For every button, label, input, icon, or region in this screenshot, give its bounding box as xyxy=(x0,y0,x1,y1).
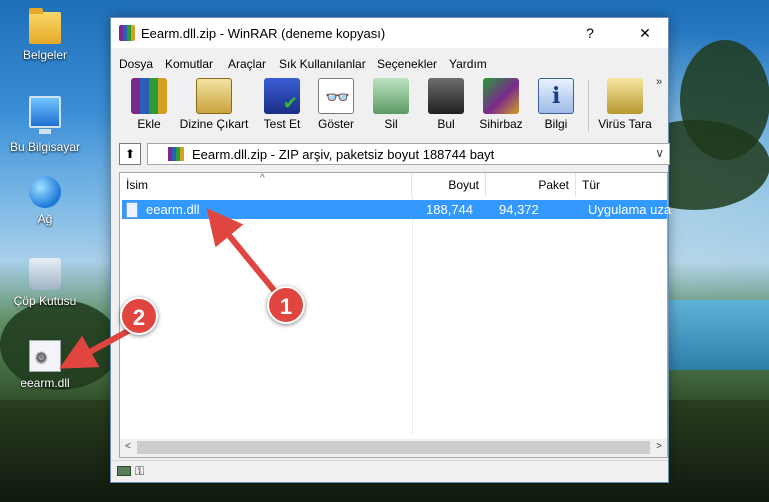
desktop-icon-belgeler[interactable]: Belgeler xyxy=(0,8,90,62)
cell-size: 188,744 xyxy=(426,202,473,217)
key-icon: ⚿ xyxy=(135,464,145,478)
desktop-icon-label: Çöp Kutusu xyxy=(13,294,77,308)
recycle-bin-icon xyxy=(29,258,61,290)
menu-sik-kullanilanlar[interactable]: Sık Kullanılanlar xyxy=(279,57,366,71)
wallpaper-sea xyxy=(660,300,769,370)
menu-bar: Dosya Komutlar Araçlar Sık Kullanılanlar… xyxy=(111,54,668,74)
delete-icon xyxy=(373,78,409,114)
archive-icon xyxy=(168,147,184,161)
extract-icon xyxy=(196,78,232,114)
menu-komutlar[interactable]: Komutlar xyxy=(165,57,213,71)
sihirbaz-button[interactable]: Sihirbaz xyxy=(473,76,529,136)
wizard-icon xyxy=(483,78,519,114)
network-icon xyxy=(29,176,61,208)
ekle-button[interactable]: Ekle xyxy=(121,76,177,136)
close-button[interactable]: ✕ xyxy=(622,18,668,48)
column-header-name[interactable]: İsim ^ xyxy=(120,173,412,197)
toolbar: Ekle Dizine Çıkart Test Et Göster Sil Bu… xyxy=(111,76,668,136)
scroll-right-icon[interactable]: > xyxy=(656,441,662,452)
menu-dosya[interactable]: Dosya xyxy=(119,57,153,71)
window-title: Eearm.dll.zip - WinRAR (deneme kopyası) xyxy=(141,26,386,41)
binoculars-icon xyxy=(428,78,464,114)
wallpaper-palm xyxy=(680,40,769,160)
scroll-left-icon[interactable]: < xyxy=(125,441,131,452)
desktop-icon-label: Belgeler xyxy=(22,48,68,62)
desktop-icon-label: eearm.dll xyxy=(20,376,70,390)
bilgi-button[interactable]: Bilgi xyxy=(529,76,583,136)
virus-scan-icon xyxy=(607,78,643,114)
title-bar[interactable]: Eearm.dll.zip - WinRAR (deneme kopyası) … xyxy=(111,18,668,48)
desktop-icon-ag[interactable]: Ağ xyxy=(0,176,90,226)
status-bar: ⚿ xyxy=(111,460,668,482)
chevron-down-icon[interactable]: ∨ xyxy=(655,146,664,160)
desktop-icon-bu-bilgisayar[interactable]: Bu Bilgisayar xyxy=(0,96,90,154)
desktop-icon-eearm-dll[interactable]: eearm.dll xyxy=(0,340,90,390)
menu-yardim[interactable]: Yardım xyxy=(449,57,487,71)
column-header-type[interactable]: Tür xyxy=(576,173,667,197)
file-list[interactable]: İsim ^ Boyut Paket Tür eearm.dll 188,744… xyxy=(119,172,671,458)
path-text: Eearm.dll.zip - ZIP arşiv, paketsiz boyu… xyxy=(192,147,495,162)
help-button[interactable]: ? xyxy=(576,18,604,48)
step-badge-1: 1 xyxy=(267,286,305,324)
toolbar-separator xyxy=(588,80,589,132)
archive-add-icon xyxy=(131,78,167,114)
menu-secenekler[interactable]: Seçenekler xyxy=(377,57,437,71)
dizine-cikart-button[interactable]: Dizine Çıkart xyxy=(177,76,251,136)
drive-icon xyxy=(117,466,131,476)
winrar-window: Eearm.dll.zip - WinRAR (deneme kopyası) … xyxy=(110,17,671,483)
cell-type: Uygulama uza xyxy=(588,202,672,217)
menu-araclar[interactable]: Araçlar xyxy=(228,57,266,71)
desktop-icon-cop-kutusu[interactable]: Çöp Kutusu xyxy=(0,258,90,308)
sort-ascending-icon: ^ xyxy=(260,173,265,184)
table-row[interactable]: eearm.dll 188,744 94,372 Uygulama uza xyxy=(122,200,671,219)
goster-button[interactable]: Göster xyxy=(309,76,363,136)
scrollbar-thumb[interactable] xyxy=(137,441,650,454)
column-divider xyxy=(412,197,413,435)
test-et-button[interactable]: Test Et xyxy=(255,76,309,136)
path-dropdown[interactable]: Eearm.dll.zip - ZIP arşiv, paketsiz boyu… xyxy=(147,143,670,165)
desktop-icon-label: Ağ xyxy=(37,212,53,226)
virus-tara-button[interactable]: Virüs Tara xyxy=(593,76,657,136)
horizontal-scrollbar[interactable]: < > xyxy=(120,439,667,457)
step-badge-2: 2 xyxy=(120,297,158,335)
sil-button[interactable]: Sil xyxy=(364,76,418,136)
view-icon xyxy=(318,78,354,114)
folder-icon xyxy=(29,8,61,44)
toolbar-overflow-icon[interactable]: » xyxy=(656,76,662,88)
cell-packed: 94,372 xyxy=(499,202,539,217)
test-icon xyxy=(264,78,300,114)
computer-icon xyxy=(29,96,61,134)
bul-button[interactable]: Bul xyxy=(419,76,473,136)
path-bar: ⬆ Eearm.dll.zip - ZIP arşiv, paketsiz bo… xyxy=(119,143,670,165)
column-header-size[interactable]: Boyut xyxy=(412,173,486,197)
cell-name: eearm.dll xyxy=(146,202,200,217)
winrar-icon xyxy=(119,25,135,41)
up-folder-button[interactable]: ⬆ xyxy=(119,143,141,165)
desktop-icon-label: Bu Bilgisayar xyxy=(9,140,81,154)
info-icon xyxy=(538,78,574,114)
column-header-packed[interactable]: Paket xyxy=(486,173,576,197)
dll-file-icon xyxy=(29,340,61,372)
dll-file-icon xyxy=(126,202,138,218)
